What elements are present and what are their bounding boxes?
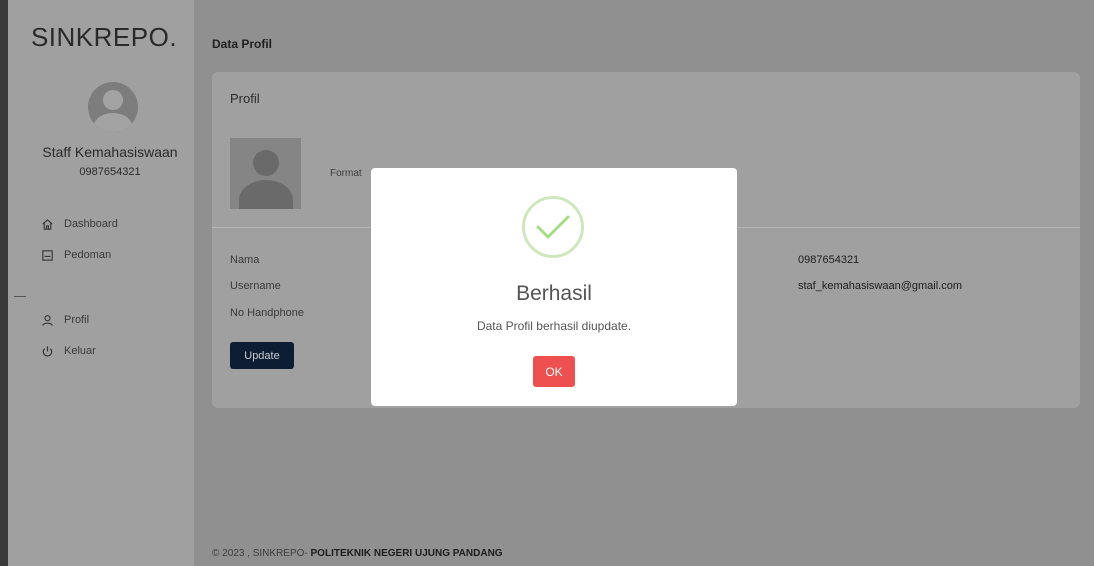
ok-button[interactable]: OK bbox=[533, 356, 575, 387]
nav-item-label: Pedoman bbox=[64, 249, 112, 261]
footer: © 2023 , SINKREPO- POLITEKNIK NEGERI UJU… bbox=[212, 548, 503, 559]
card-title: Profil bbox=[230, 91, 260, 106]
field-value-nama: 0987654321 bbox=[798, 254, 860, 266]
dialog-title: Berhasil bbox=[516, 282, 592, 305]
nav-item-label: Profil bbox=[64, 314, 90, 326]
field-label-nama: Nama bbox=[230, 254, 260, 266]
nav-item-keluar[interactable]: Keluar bbox=[40, 344, 96, 358]
avatar bbox=[88, 82, 138, 132]
power-icon bbox=[40, 344, 54, 358]
nav-item-dashboard[interactable]: Dashboard bbox=[40, 217, 118, 231]
field-label-username: Username bbox=[230, 280, 281, 292]
footer-copyright: © 2023 , SINKREPO- bbox=[212, 548, 311, 559]
sidebar: SINKREPO. Staff Kemahasiswaan 0987654321… bbox=[0, 0, 194, 566]
user-id: 0987654321 bbox=[79, 166, 141, 178]
field-label-no-handphone: No Handphone bbox=[230, 307, 305, 319]
field-value-username: staf_kemahasiswaan@gmail.com bbox=[798, 280, 963, 292]
page-title: Data Profil bbox=[212, 37, 273, 51]
nav-item-profil[interactable]: Profil bbox=[40, 313, 89, 327]
footer-org: POLITEKNIK NEGERI UJUNG PANDANG bbox=[310, 548, 503, 559]
update-button[interactable]: Update bbox=[230, 342, 294, 369]
profile-photo[interactable] bbox=[230, 138, 301, 209]
user-name: Staff Kemahasiswaan bbox=[42, 144, 178, 160]
nav-item-pedoman[interactable]: Pedoman bbox=[40, 248, 111, 262]
photo-format-hint: Format bbox=[330, 168, 362, 179]
brand-logo[interactable]: SINKREPO. bbox=[14, 22, 194, 53]
sidebar-divider bbox=[14, 296, 26, 297]
nav-item-label: Dashboard bbox=[64, 218, 118, 230]
nav-item-label: Keluar bbox=[64, 345, 96, 357]
document-icon bbox=[40, 248, 54, 262]
success-dialog: Berhasil Data Profil berhasil diupdate. … bbox=[371, 168, 737, 406]
user-icon bbox=[40, 313, 54, 327]
dialog-message: Data Profil berhasil diupdate. bbox=[476, 319, 632, 333]
success-check-icon bbox=[522, 196, 584, 258]
home-icon bbox=[40, 217, 54, 231]
